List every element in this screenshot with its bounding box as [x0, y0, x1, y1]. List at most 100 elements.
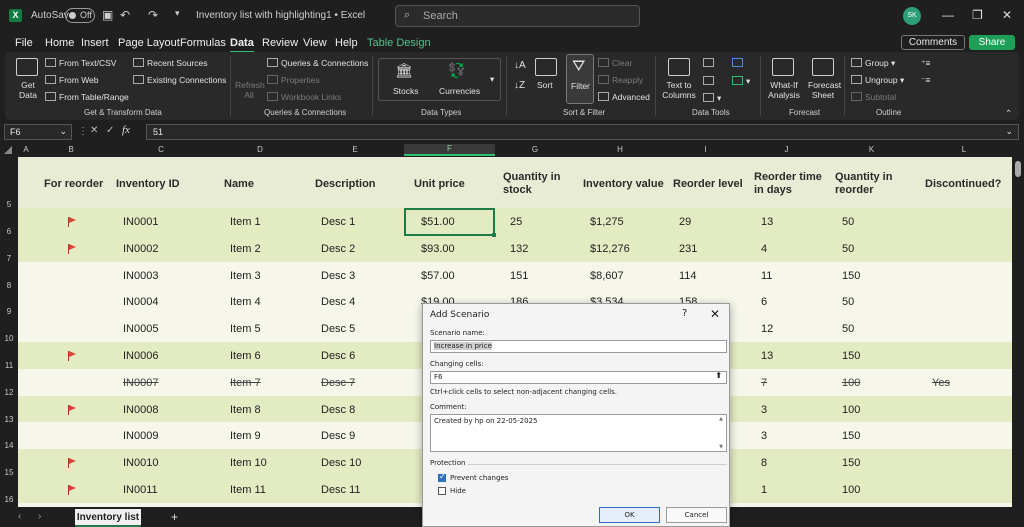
cell-desc[interactable]: Desc 8	[321, 404, 355, 416]
hide-checkbox[interactable]	[438, 487, 446, 495]
cell-reorder[interactable]: 50	[842, 243, 854, 255]
clear-button[interactable]: Clear	[598, 58, 632, 68]
refresh-all-button[interactable]: Refresh All	[235, 80, 265, 100]
column-header-f[interactable]: F	[404, 144, 495, 156]
from-web-button[interactable]: From Web	[45, 75, 99, 85]
row-header[interactable]: 5	[0, 200, 18, 209]
changing-cells-input[interactable]: F6 ⬆	[430, 371, 727, 384]
cell-value[interactable]: $8,607	[590, 270, 624, 282]
row-header[interactable]: 16	[0, 495, 18, 504]
cell-desc[interactable]: Desc 3	[321, 270, 355, 282]
cell-reorder[interactable]: 50	[842, 216, 854, 228]
minimize-icon[interactable]: —	[942, 8, 954, 22]
properties-button[interactable]: Properties	[267, 75, 320, 85]
reapply-button[interactable]: Reapply	[598, 75, 643, 85]
close-dialog-button[interactable]: ✕	[710, 307, 720, 321]
cell-id[interactable]: IN0009	[123, 430, 158, 442]
consolidate-icon[interactable]	[732, 58, 746, 68]
tab-formulas[interactable]: Formulas	[180, 37, 226, 49]
name-box[interactable]: F6 ⌄	[4, 124, 72, 140]
cell-id[interactable]: IN0004	[123, 296, 158, 308]
from-text-csv-button[interactable]: From Text/CSV	[45, 58, 116, 68]
scroll-up-icon[interactable]: ▲	[719, 416, 723, 422]
data-model-icon[interactable]: ▾	[732, 76, 750, 87]
cell-level[interactable]: 29	[679, 216, 691, 228]
cell-qty[interactable]: 151	[510, 270, 528, 282]
cell-id[interactable]: IN0007	[123, 377, 158, 389]
gallery-expand-icon[interactable]: ▾	[490, 74, 494, 85]
table-row[interactable]: IN0001 Item 1 Desc 1 $51.00 25 $1,275 29 13 50	[18, 208, 1012, 235]
header-discontinued[interactable]: Discontinued?	[925, 178, 1001, 191]
undo-icon[interactable]: ↶	[120, 8, 130, 22]
collapse-dialog-icon[interactable]: ⬆	[715, 371, 722, 380]
cell-days[interactable]: 12	[761, 323, 773, 335]
sort-ascending-icon[interactable]: ↓A	[514, 60, 526, 71]
cell-id[interactable]: IN0006	[123, 350, 158, 362]
sort-descending-icon[interactable]: ↓Z	[514, 80, 525, 91]
tab-data[interactable]: Data	[230, 37, 254, 53]
cell-days[interactable]: 3	[761, 430, 767, 442]
flash-fill-icon[interactable]	[703, 58, 717, 68]
autosave-toggle[interactable]: Off	[65, 8, 95, 23]
cell-disc[interactable]: Yes	[932, 377, 950, 389]
header-for-reorder[interactable]: For reorder	[44, 178, 103, 191]
comment-textarea[interactable]: Created by hp on 22-05-2025 ▲ ▼	[430, 414, 727, 452]
close-icon[interactable]: ✕	[1002, 8, 1012, 22]
cell-name[interactable]: Item 5	[230, 323, 261, 335]
cell-id[interactable]: IN0002	[123, 243, 158, 255]
column-header-c[interactable]: C	[108, 145, 214, 154]
cell-value[interactable]: $1,275	[590, 216, 624, 228]
cell-reorder[interactable]: 100	[842, 404, 860, 416]
help-button[interactable]: ?	[682, 308, 687, 319]
more-icon[interactable]: ⋮	[78, 126, 88, 137]
cell-name[interactable]: Item 4	[230, 296, 261, 308]
what-if-analysis-button[interactable]: What-If Analysis	[766, 80, 802, 100]
show-detail-icon[interactable]: ⁺≡	[921, 58, 930, 69]
scrollbar-thumb[interactable]	[1015, 161, 1021, 177]
cell-desc[interactable]: Desc 6	[321, 350, 355, 362]
header-inventory-id[interactable]: Inventory ID	[116, 178, 180, 191]
scroll-right-icon[interactable]: ›	[38, 511, 41, 522]
get-data-button[interactable]: Get Data	[16, 80, 40, 100]
cell-days[interactable]: 13	[761, 350, 773, 362]
tab-home[interactable]: Home	[45, 37, 74, 49]
tab-page-layout[interactable]: Page Layout	[118, 37, 180, 49]
scroll-left-icon[interactable]: ‹	[18, 511, 21, 522]
customize-toolbar-icon[interactable]: ▾	[175, 8, 180, 19]
fill-handle[interactable]	[492, 233, 496, 237]
sheet-tab-inventory-list[interactable]: Inventory list	[75, 509, 141, 527]
column-header-a[interactable]: A	[18, 145, 34, 154]
cell-name[interactable]: Item 11	[230, 484, 266, 496]
cell-reorder[interactable]: 150	[842, 270, 860, 282]
insert-function-button[interactable]: fx	[122, 124, 130, 136]
header-inventory-value[interactable]: Inventory value	[583, 178, 664, 191]
formula-input[interactable]: 51 ⌄	[146, 124, 1019, 140]
remove-duplicates-icon[interactable]	[703, 76, 717, 86]
cell-days[interactable]: 3	[761, 404, 767, 416]
subtotal-button[interactable]: Subtotal	[851, 92, 896, 102]
cell-reorder[interactable]: 100	[842, 377, 860, 389]
scroll-down-icon[interactable]: ▼	[719, 444, 723, 450]
cell-desc[interactable]: Desc 4	[321, 296, 355, 308]
save-icon[interactable]: ▣	[102, 8, 113, 22]
scenario-name-input[interactable]: Increase in price	[430, 340, 727, 353]
row-header[interactable]: 11	[0, 361, 18, 370]
advanced-button[interactable]: Advanced	[598, 92, 650, 102]
comments-button[interactable]: Comments	[901, 35, 965, 50]
cell-desc[interactable]: Desc 2	[321, 243, 355, 255]
row-header[interactable]: 15	[0, 468, 18, 477]
data-validation-icon[interactable]: ▾	[703, 93, 721, 104]
tab-help[interactable]: Help	[335, 37, 358, 49]
cell-qty[interactable]: 132	[510, 243, 528, 255]
cell-level[interactable]: 231	[679, 243, 697, 255]
ungroup-button[interactable]: Ungroup ▾	[851, 75, 904, 86]
tab-table-design[interactable]: Table Design	[367, 37, 431, 49]
row-header[interactable]: 6	[0, 227, 18, 236]
cell-name[interactable]: Item 1	[230, 216, 261, 228]
ok-button[interactable]: OK	[599, 507, 660, 523]
existing-connections-button[interactable]: Existing Connections	[133, 75, 226, 85]
cell-id[interactable]: IN0011	[123, 484, 158, 496]
column-header-l[interactable]: L	[916, 145, 1012, 154]
cell-desc[interactable]: Desc 10	[321, 457, 361, 469]
cell-id[interactable]: IN0008	[123, 404, 158, 416]
